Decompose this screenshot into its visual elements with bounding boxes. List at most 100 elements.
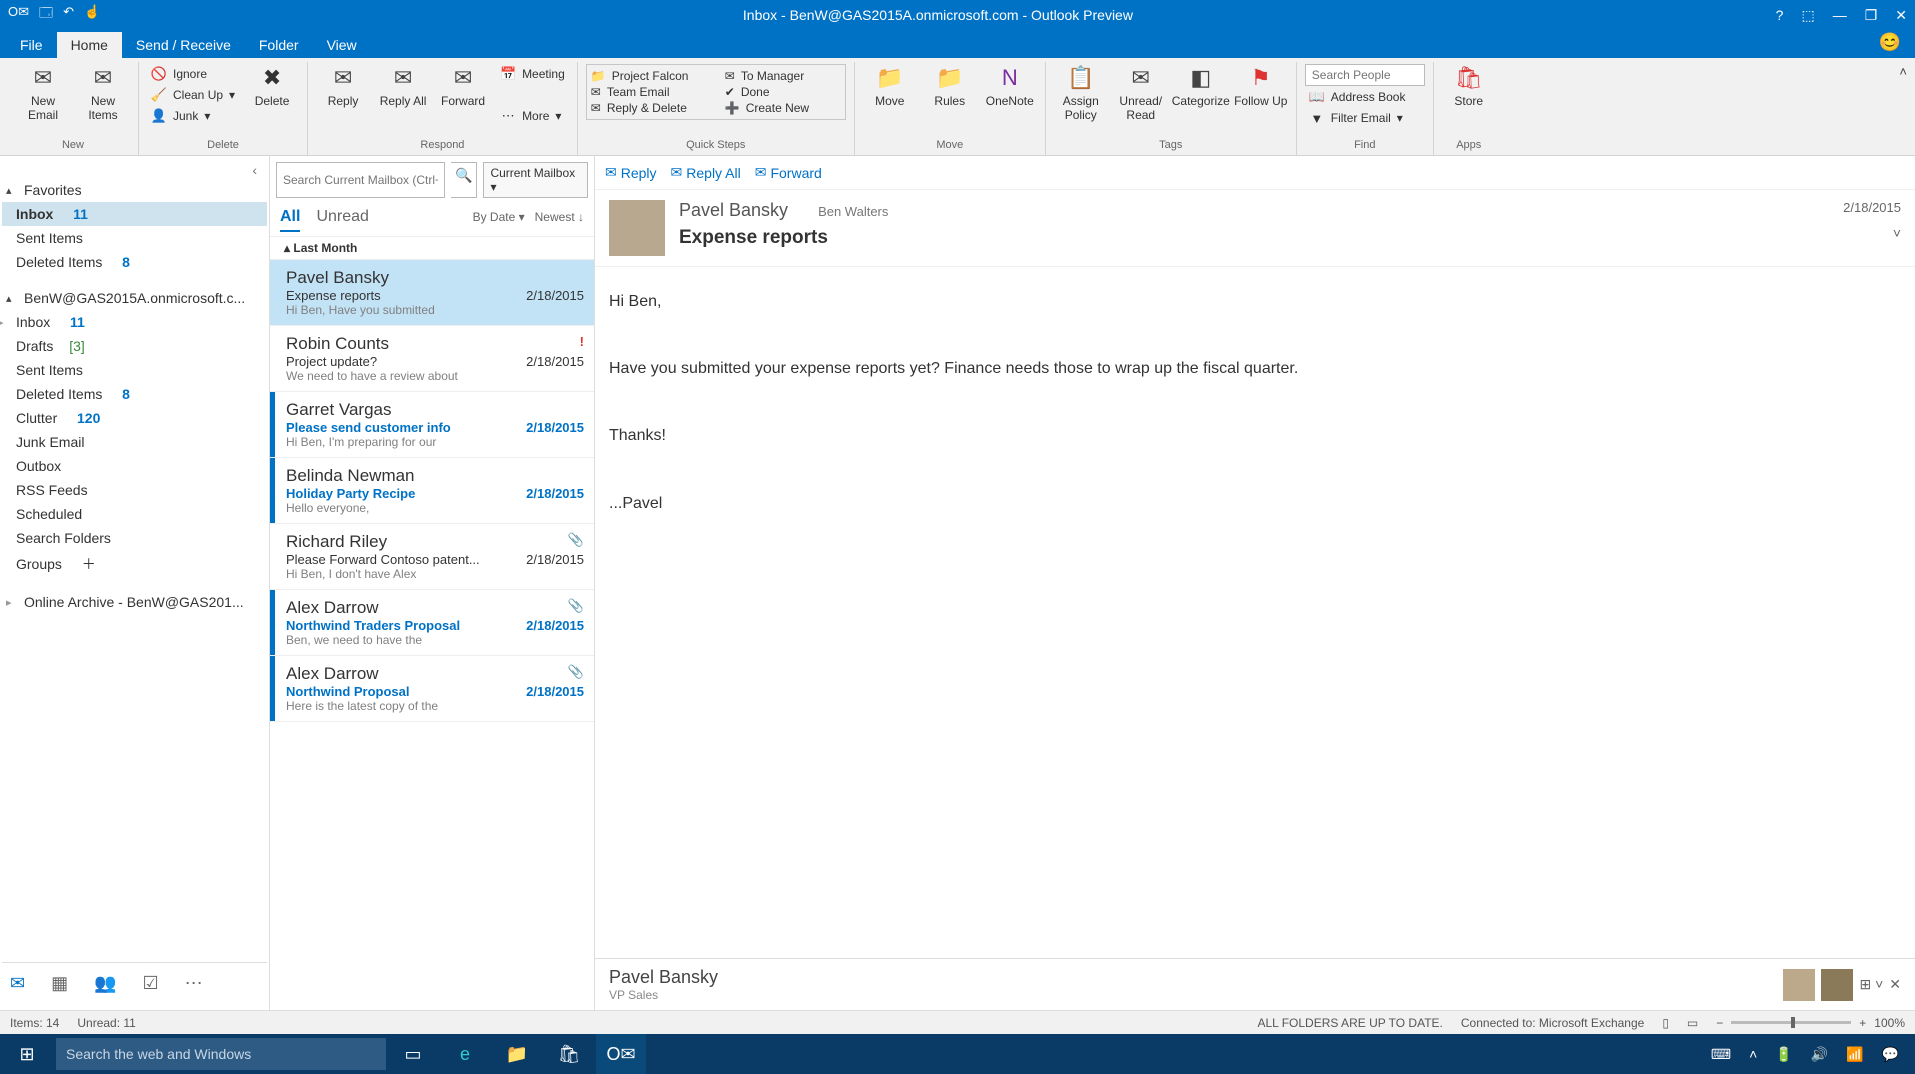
nav-favorites[interactable]: ▴Favorites: [2, 178, 267, 202]
file-explorer-icon[interactable]: 📁: [492, 1034, 542, 1074]
keyboard-icon[interactable]: ⌨: [1711, 1046, 1731, 1063]
start-button[interactable]: ⊞: [0, 1034, 54, 1074]
edge-icon[interactable]: e: [440, 1034, 490, 1074]
plus-icon[interactable]: ＋: [82, 554, 96, 574]
tab-home[interactable]: Home: [57, 32, 122, 58]
nav-groups[interactable]: Groups ＋: [2, 550, 267, 578]
nav-online-archive[interactable]: ▸Online Archive - BenW@GAS201...: [2, 590, 267, 614]
restore-icon[interactable]: ❐: [1865, 7, 1878, 24]
more-button[interactable]: ⋯More ▾: [496, 106, 569, 126]
ignore-button[interactable]: 🚫Ignore: [147, 64, 239, 84]
junk-button[interactable]: 👤Junk ▾: [147, 106, 239, 126]
tab-file[interactable]: File: [6, 32, 57, 58]
windows-store-icon[interactable]: 🛍: [544, 1034, 594, 1074]
reading-reply-button[interactable]: ✉ Reply: [605, 164, 657, 181]
message-item[interactable]: Belinda Newman Holiday Party Recipe2/18/…: [270, 458, 594, 524]
people-view-icon[interactable]: 👥: [94, 973, 116, 994]
forward-button[interactable]: ✉Forward: [436, 64, 490, 108]
rules-button[interactable]: 📁Rules: [923, 64, 977, 108]
quickstep-to-manager[interactable]: ✉To Manager: [725, 69, 841, 83]
tasks-view-icon[interactable]: ☑: [143, 973, 159, 994]
send-receive-icon[interactable]: 🗔: [39, 4, 53, 26]
mail-view-icon[interactable]: ✉: [10, 973, 25, 994]
view-reading-icon[interactable]: ▭: [1687, 1016, 1698, 1030]
people-close-icon[interactable]: ✕: [1889, 976, 1901, 993]
message-item[interactable]: 📎 Alex Darrow Northwind Traders Proposal…: [270, 590, 594, 656]
tab-send-receive[interactable]: Send / Receive: [122, 32, 245, 58]
message-item[interactable]: Garret Vargas Please send customer info2…: [270, 392, 594, 458]
move-button[interactable]: 📁Move: [863, 64, 917, 108]
view-normal-icon[interactable]: ▯: [1662, 1016, 1669, 1030]
sort-direction-dropdown[interactable]: Newest ↓: [535, 210, 584, 224]
volume-icon[interactable]: 🔊: [1811, 1046, 1828, 1063]
nav-junk[interactable]: Junk Email: [2, 430, 267, 454]
touch-mode-icon[interactable]: ☝: [84, 4, 100, 26]
network-icon[interactable]: 📶: [1846, 1046, 1863, 1063]
nav-sent[interactable]: Sent Items: [2, 226, 267, 250]
nav-account[interactable]: ▴BenW@GAS2015A.onmicrosoft.c...: [2, 286, 267, 310]
zoom-slider[interactable]: [1731, 1021, 1851, 1024]
people-toggle-icon[interactable]: ⊞ ˅: [1859, 976, 1883, 993]
nav-deleted[interactable]: Deleted Items 8: [2, 250, 267, 274]
zoom-out-icon[interactable]: −: [1716, 1016, 1723, 1030]
message-item[interactable]: 📎 Richard Riley Please Forward Contoso p…: [270, 524, 594, 590]
search-scope-dropdown[interactable]: Current Mailbox ▾: [483, 162, 588, 198]
store-button[interactable]: 🛍Store: [1442, 64, 1496, 108]
nav-rss[interactable]: RSS Feeds: [2, 478, 267, 502]
quickstep-project-falcon[interactable]: 📁Project Falcon: [591, 69, 707, 83]
sort-by-dropdown[interactable]: By Date ▾: [473, 210, 525, 224]
message-item[interactable]: 📎 Alex Darrow Northwind Proposal2/18/201…: [270, 656, 594, 722]
nav-search-folders[interactable]: Search Folders: [2, 526, 267, 550]
filter-all[interactable]: All: [280, 208, 300, 232]
filter-unread[interactable]: Unread: [316, 208, 368, 226]
collapse-ribbon-icon[interactable]: ˄: [1899, 64, 1907, 79]
cleanup-button[interactable]: 🧹Clean Up ▾: [147, 85, 239, 105]
search-people-input[interactable]: [1305, 64, 1425, 86]
nav-sent-2[interactable]: Sent Items: [2, 358, 267, 382]
action-center-icon[interactable]: 💬: [1882, 1046, 1899, 1063]
undo-icon[interactable]: ↶: [63, 4, 74, 26]
message-item[interactable]: Pavel Bansky Expense reports2/18/2015 Hi…: [270, 260, 594, 326]
message-item[interactable]: ! Robin Counts Project update?2/18/2015 …: [270, 326, 594, 392]
quickstep-create-new[interactable]: ➕Create New: [725, 101, 841, 115]
follow-up-button[interactable]: ⚑Follow Up: [1234, 64, 1288, 108]
nav-inbox[interactable]: Inbox 11: [2, 202, 267, 226]
quickstep-done[interactable]: ✔Done: [725, 85, 841, 99]
nav-drafts[interactable]: Drafts [3]: [2, 334, 267, 358]
new-email-button[interactable]: ✉ New Email: [16, 64, 70, 122]
expand-header-icon[interactable]: ˅: [1893, 225, 1901, 241]
nav-clutter[interactable]: Clutter 120: [2, 406, 267, 430]
tab-folder[interactable]: Folder: [245, 32, 313, 58]
minimize-icon[interactable]: —: [1833, 7, 1847, 24]
nav-deleted-2[interactable]: Deleted Items 8: [2, 382, 267, 406]
tray-expand-icon[interactable]: ˄: [1749, 1046, 1757, 1062]
reading-forward-button[interactable]: ✉ Forward: [755, 164, 822, 181]
cortana-search[interactable]: Search the web and Windows: [56, 1038, 386, 1070]
zoom-in-icon[interactable]: +: [1859, 1016, 1866, 1030]
filter-email-button[interactable]: ▼Filter Email ▾: [1305, 108, 1425, 128]
quickstep-team-email[interactable]: ✉Team Email: [591, 85, 707, 99]
battery-icon[interactable]: 🔋: [1775, 1046, 1792, 1063]
search-icon[interactable]: 🔍: [451, 162, 477, 198]
feedback-icon[interactable]: 😊: [1879, 32, 1901, 53]
nav-inbox-2[interactable]: ▸Inbox 11: [2, 310, 267, 334]
quickstep-reply-delete[interactable]: ✉Reply & Delete: [591, 101, 707, 115]
list-group-header[interactable]: ▴ Last Month: [270, 237, 594, 260]
search-mailbox-input[interactable]: [276, 162, 445, 198]
onenote-button[interactable]: NOneNote: [983, 64, 1037, 108]
zoom-control[interactable]: − + 100%: [1716, 1016, 1905, 1030]
help-icon[interactable]: ?: [1776, 7, 1784, 24]
new-items-button[interactable]: ✉ New Items: [76, 64, 130, 122]
outlook-taskbar-icon[interactable]: O✉: [596, 1034, 646, 1074]
nav-scheduled[interactable]: Scheduled: [2, 502, 267, 526]
unread-read-button[interactable]: ✉Unread/ Read: [1114, 64, 1168, 122]
nav-collapse-icon[interactable]: ‹: [2, 162, 267, 178]
calendar-view-icon[interactable]: ▦: [51, 973, 68, 994]
tab-view[interactable]: View: [313, 32, 371, 58]
reply-all-button[interactable]: ✉Reply All: [376, 64, 430, 108]
delete-button[interactable]: ✖ Delete: [245, 64, 299, 108]
assign-policy-button[interactable]: 📋Assign Policy: [1054, 64, 1108, 122]
meeting-button[interactable]: 📅Meeting: [496, 64, 569, 84]
close-icon[interactable]: ✕: [1895, 7, 1907, 24]
nav-outbox[interactable]: Outbox: [2, 454, 267, 478]
